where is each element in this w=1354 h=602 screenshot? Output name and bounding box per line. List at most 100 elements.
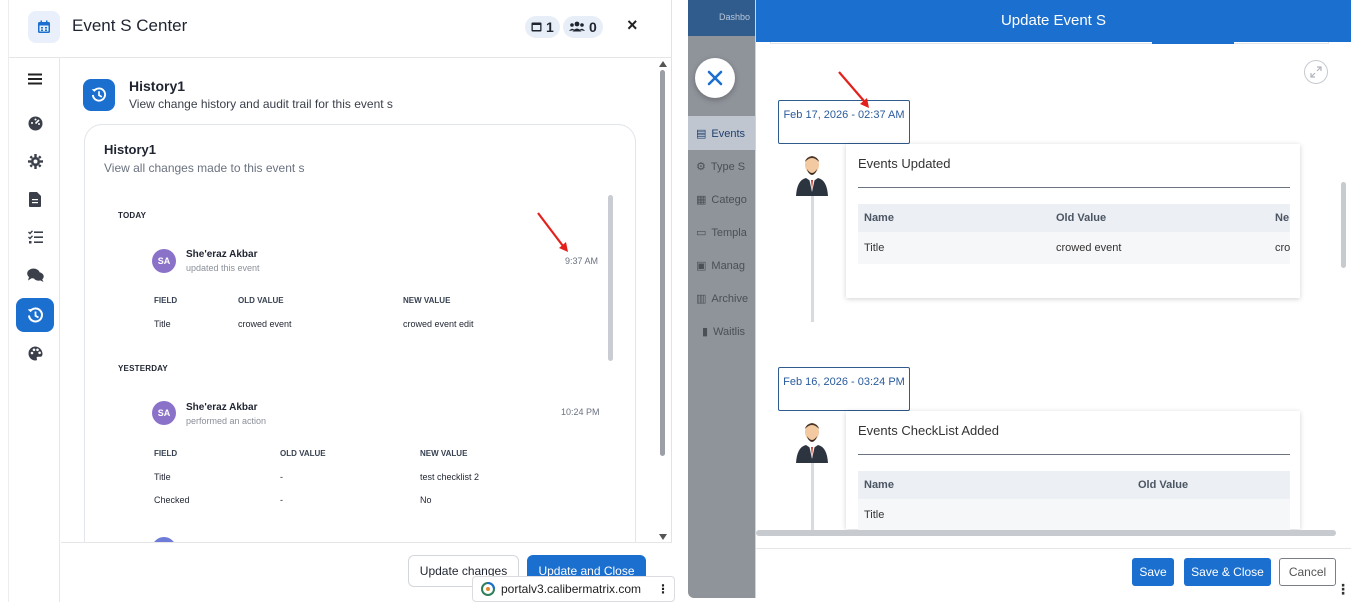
history-icon[interactable] bbox=[16, 298, 54, 332]
close-button[interactable]: × bbox=[627, 15, 638, 36]
header-old-value: Old Value bbox=[1138, 479, 1189, 491]
day-label-yesterday: YESTERDAY bbox=[118, 364, 168, 373]
table-header: Name Old Value bbox=[858, 471, 1290, 499]
modal-title: Update Event S bbox=[1000, 12, 1107, 29]
people-icon bbox=[569, 19, 585, 35]
expand-icon[interactable] bbox=[1304, 60, 1328, 84]
calendar-icon bbox=[28, 11, 60, 43]
column-header-old-value: OLD VALUE bbox=[280, 449, 326, 458]
save-button[interactable]: Save bbox=[1132, 558, 1174, 586]
avatar: SA bbox=[152, 249, 176, 273]
close-icon bbox=[707, 70, 723, 86]
event-card: Events Updated Name Old Value Ne Title c… bbox=[846, 144, 1300, 298]
table-cell: Title bbox=[154, 472, 171, 482]
user-avatar-icon bbox=[796, 156, 828, 196]
backdrop-nav-item: ⚙ Type S bbox=[696, 160, 746, 174]
document-icon[interactable] bbox=[16, 182, 54, 216]
header-new-value: Ne bbox=[1275, 212, 1290, 224]
close-modal-button[interactable] bbox=[695, 58, 735, 98]
day-label-today: TODAY bbox=[118, 211, 147, 220]
card-scrollbar[interactable] bbox=[608, 195, 613, 361]
checklist-icon[interactable] bbox=[16, 220, 54, 254]
modal-footer: Save Save & Close Cancel bbox=[756, 548, 1351, 598]
more-options-icon[interactable]: ⋮ bbox=[657, 582, 669, 596]
palette-icon[interactable] bbox=[16, 336, 54, 370]
more-options-icon[interactable]: ⋮ bbox=[1336, 581, 1350, 598]
timeline-line bbox=[811, 456, 814, 532]
event-title: Events CheckList Added bbox=[858, 423, 999, 438]
table-cell: crowed event edit bbox=[403, 319, 474, 329]
panel-scrollbar[interactable] bbox=[660, 70, 665, 456]
event-card: Events CheckList Added Name Old Value Ti… bbox=[846, 411, 1300, 531]
cancel-button[interactable]: Cancel bbox=[1279, 558, 1336, 586]
table-cell: Checked bbox=[154, 495, 190, 505]
header-name: Name bbox=[864, 212, 894, 224]
update-event-window: Dashbo ▤ Events ⚙ Type S ▦ Catego ▭ Templa ▣… bbox=[684, 0, 1354, 602]
column-header-new-value: NEW VALUE bbox=[420, 449, 468, 458]
column-header-old-value: OLD VALUE bbox=[238, 296, 284, 305]
table-cell: - bbox=[280, 472, 283, 482]
table-cell: Title bbox=[154, 319, 171, 329]
table-cell: No bbox=[420, 495, 432, 505]
backdrop-nav-item: ▦ Catego bbox=[696, 193, 747, 207]
people-count-badge: 0 bbox=[563, 16, 603, 38]
user-action: performed an action bbox=[186, 416, 267, 426]
table-row: Title bbox=[858, 499, 1290, 531]
tabs-bar bbox=[770, 42, 1329, 44]
avatar: SA bbox=[152, 401, 176, 425]
horizontal-scrollbar[interactable] bbox=[756, 530, 1336, 536]
chat-icon[interactable] bbox=[16, 258, 54, 292]
backdrop-item-icon: ▣ bbox=[696, 260, 707, 272]
event-title: Events Updated bbox=[858, 156, 951, 171]
scroll-up-arrow-icon[interactable] bbox=[659, 61, 667, 67]
table-cell: - bbox=[280, 495, 283, 505]
site-logo-icon bbox=[481, 582, 495, 596]
dashboard-icon[interactable] bbox=[16, 106, 54, 140]
divider bbox=[858, 187, 1290, 188]
backdrop-item-icon: ⚙ bbox=[696, 161, 706, 173]
table-cell: test checklist 2 bbox=[420, 472, 480, 482]
annotation-arrow-icon bbox=[838, 71, 869, 108]
annotation-arrow-icon bbox=[537, 212, 568, 252]
timeline-date: Feb 16, 2026 - 03:24 PM bbox=[778, 367, 910, 411]
section-title: History1 bbox=[129, 78, 186, 94]
entry-time: 10:24 PM bbox=[561, 407, 600, 417]
url-chip[interactable]: portalv3.calibermatrix.com ⋮ bbox=[472, 576, 675, 602]
calendar-small-icon bbox=[531, 19, 542, 35]
backdrop-item-icon: ▤ bbox=[696, 128, 707, 140]
backdrop-nav-item: ▮ Waitlis bbox=[702, 325, 746, 339]
vertical-scrollbar[interactable] bbox=[1341, 182, 1346, 268]
save-and-close-button[interactable]: Save & Close bbox=[1184, 558, 1271, 586]
table-cell: crowed event bbox=[238, 319, 292, 329]
timeline-line bbox=[811, 188, 814, 322]
column-header-field: FIELD bbox=[154, 296, 178, 305]
table-header: Name Old Value Ne bbox=[858, 204, 1290, 232]
menu-icon[interactable] bbox=[16, 62, 54, 96]
section-subtitle: View change history and audit trail for … bbox=[129, 97, 393, 111]
card-title: History1 bbox=[104, 142, 157, 157]
column-header-new-value: NEW VALUE bbox=[403, 296, 451, 305]
backdrop-item-icon: ▭ bbox=[696, 227, 707, 239]
backdrop-item-icon: ▮ bbox=[702, 326, 709, 338]
cell-new-value: cro bbox=[1275, 242, 1291, 254]
active-tab-indicator bbox=[1152, 42, 1234, 44]
entry-time: 9:37 AM bbox=[565, 256, 599, 266]
user-avatar-icon bbox=[796, 423, 828, 463]
backdrop-item-icon: ▦ bbox=[696, 194, 707, 206]
settings-gear-icon[interactable] bbox=[16, 144, 54, 178]
backdrop-nav-item: ▣ Manag bbox=[696, 259, 746, 273]
scroll-down-arrow-icon[interactable] bbox=[659, 534, 667, 540]
backdrop-nav-item: ▥ Archive bbox=[696, 292, 749, 306]
cell-old-value: crowed event bbox=[1056, 242, 1122, 254]
header-old-value: Old Value bbox=[1056, 212, 1107, 224]
column-header-field: FIELD bbox=[154, 449, 178, 458]
people-count: 0 bbox=[589, 19, 597, 35]
modal-header: Update Event S bbox=[756, 0, 1351, 42]
user-action: updated this event bbox=[186, 263, 260, 273]
backdrop-nav-item: ▭ Templa bbox=[696, 226, 747, 240]
calendar-count-badge: 1 bbox=[525, 16, 560, 38]
history-section-icon bbox=[83, 79, 115, 111]
user-name: She'eraz Akbar bbox=[186, 402, 258, 413]
user-name: She'eraz Akbar bbox=[186, 249, 258, 260]
card-subtitle: View all changes made to this event s bbox=[104, 161, 305, 175]
